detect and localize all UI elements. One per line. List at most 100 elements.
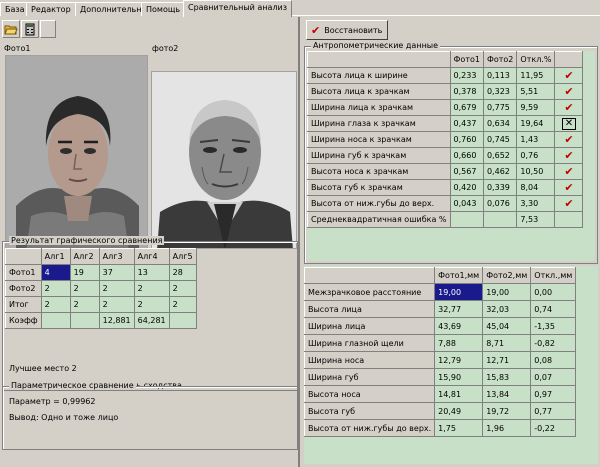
- table-cell[interactable]: 0,08: [530, 351, 577, 369]
- table-cell[interactable]: 7,88: [434, 334, 484, 352]
- table-cell[interactable]: -1,35: [530, 317, 577, 335]
- table-cell[interactable]: 0,745: [482, 131, 518, 148]
- match-cell[interactable]: ✔: [554, 147, 584, 164]
- table-cell[interactable]: [69, 312, 100, 329]
- table-cell[interactable]: 1,96: [482, 419, 532, 437]
- table-cell[interactable]: 2: [40, 296, 71, 313]
- table-cell[interactable]: 11,95: [516, 67, 556, 84]
- table-cell[interactable]: 37: [98, 264, 135, 281]
- table-cell[interactable]: 7,53: [516, 211, 556, 228]
- table-cell[interactable]: 0,77: [530, 402, 577, 420]
- table-cell[interactable]: 0,775: [482, 99, 518, 116]
- blank-button[interactable]: [40, 20, 56, 38]
- table-cell[interactable]: 0,043: [449, 195, 484, 212]
- table-cell-selected[interactable]: 4: [40, 264, 71, 281]
- table-cell[interactable]: 12,881: [98, 312, 135, 329]
- table-cell[interactable]: [482, 211, 518, 228]
- checkmark-icon: ✔: [564, 85, 574, 98]
- table-cell[interactable]: 13: [133, 264, 170, 281]
- tab-editor[interactable]: Редактор: [26, 2, 76, 16]
- table-cell[interactable]: 15,90: [434, 368, 484, 386]
- table-cell[interactable]: 0,652: [482, 147, 518, 164]
- table-cell[interactable]: 9,59: [516, 99, 556, 116]
- open-folder-button[interactable]: [2, 20, 20, 38]
- calculator-icon: [25, 23, 35, 35]
- table-cell[interactable]: 0,760: [449, 131, 484, 148]
- table-cell[interactable]: 2: [69, 296, 100, 313]
- table-cell[interactable]: 0,567: [449, 163, 484, 180]
- table-cell[interactable]: 0,437: [449, 115, 484, 132]
- table-cell[interactable]: 2: [133, 280, 170, 297]
- table-cell[interactable]: 2: [168, 296, 197, 313]
- table-cell[interactable]: 32,77: [434, 300, 484, 318]
- restore-button[interactable]: ✔ Восстановить: [306, 20, 388, 40]
- tab-help[interactable]: Помощь: [141, 2, 186, 16]
- table-cell[interactable]: 15,83: [482, 368, 532, 386]
- table-cell[interactable]: 2: [168, 280, 197, 297]
- table-cell[interactable]: [40, 312, 71, 329]
- table-cell[interactable]: -0,22: [530, 419, 577, 437]
- match-cell[interactable]: ✔: [554, 163, 584, 180]
- table-cell[interactable]: -0,82: [530, 334, 577, 352]
- row-header: Ширина носа: [303, 351, 436, 369]
- table-cell[interactable]: 2: [40, 280, 71, 297]
- table-cell[interactable]: 13,84: [482, 385, 532, 403]
- match-cell[interactable]: ✔: [554, 195, 584, 212]
- table-cell[interactable]: 19,64: [516, 115, 556, 132]
- match-cell[interactable]: ✔: [554, 67, 584, 84]
- match-cell[interactable]: ✔: [554, 179, 584, 196]
- mismatch-cell[interactable]: ✕: [554, 115, 584, 132]
- table-cell[interactable]: [449, 211, 484, 228]
- table-cell[interactable]: 0,378: [449, 83, 484, 100]
- table-cell[interactable]: 1,75: [434, 419, 484, 437]
- table-cell[interactable]: 2: [133, 296, 170, 313]
- table-cell[interactable]: [554, 211, 584, 228]
- table-cell[interactable]: 8,71: [482, 334, 532, 352]
- table-cell[interactable]: 2: [69, 280, 100, 297]
- table-cell[interactable]: 45,04: [482, 317, 532, 335]
- table-cell[interactable]: 10,50: [516, 163, 556, 180]
- table-cell[interactable]: 12,71: [482, 351, 532, 369]
- table-cell[interactable]: 20,49: [434, 402, 484, 420]
- table-cell[interactable]: 0,07: [530, 368, 577, 386]
- table-cell[interactable]: 0,233: [449, 67, 484, 84]
- table-cell[interactable]: 0,634: [482, 115, 518, 132]
- table-cell[interactable]: 2: [98, 280, 135, 297]
- row-header: Высота лица: [303, 300, 436, 318]
- table-cell[interactable]: 19,00: [482, 283, 532, 301]
- table-cell[interactable]: 14,81: [434, 385, 484, 403]
- table-cell[interactable]: 64,281: [133, 312, 170, 329]
- table-cell[interactable]: [168, 312, 197, 329]
- table-cell[interactable]: 0,076: [482, 195, 518, 212]
- table-cell[interactable]: 0,323: [482, 83, 518, 100]
- table-cell[interactable]: 0,679: [449, 99, 484, 116]
- table-cell[interactable]: 2: [98, 296, 135, 313]
- table-cell[interactable]: 43,69: [434, 317, 484, 335]
- table-cell-selected[interactable]: 19,00: [434, 283, 484, 301]
- table-cell[interactable]: 0,00: [530, 283, 577, 301]
- table-cell[interactable]: 0,660: [449, 147, 484, 164]
- tab-comparative-analysis[interactable]: Сравнительный анализ: [183, 0, 293, 17]
- table-cell[interactable]: 0,113: [482, 67, 518, 84]
- match-cell[interactable]: ✔: [554, 99, 584, 116]
- table-cell[interactable]: 28: [168, 264, 197, 281]
- tab-extra[interactable]: Дополнительно: [75, 2, 152, 16]
- table-cell[interactable]: 19: [69, 264, 100, 281]
- table-cell[interactable]: 3,30: [516, 195, 556, 212]
- table-cell[interactable]: 8,04: [516, 179, 556, 196]
- table-cell[interactable]: 19,72: [482, 402, 532, 420]
- table-cell[interactable]: 0,74: [530, 300, 577, 318]
- calculator-button[interactable]: [21, 20, 39, 38]
- table-cell[interactable]: 0,339: [482, 179, 518, 196]
- table-cell[interactable]: 0,462: [482, 163, 518, 180]
- table-cell[interactable]: 0,420: [449, 179, 484, 196]
- match-cell[interactable]: ✔: [554, 131, 584, 148]
- table-cell[interactable]: 32,03: [482, 300, 532, 318]
- table-cell[interactable]: 0,76: [516, 147, 556, 164]
- table-cell[interactable]: 5,51: [516, 83, 556, 100]
- table-cell[interactable]: 1,43: [516, 131, 556, 148]
- match-cell[interactable]: ✔: [554, 83, 584, 100]
- table-cell[interactable]: 12,79: [434, 351, 484, 369]
- table-header-cell: Алг4: [133, 248, 170, 265]
- table-cell[interactable]: 0,97: [530, 385, 577, 403]
